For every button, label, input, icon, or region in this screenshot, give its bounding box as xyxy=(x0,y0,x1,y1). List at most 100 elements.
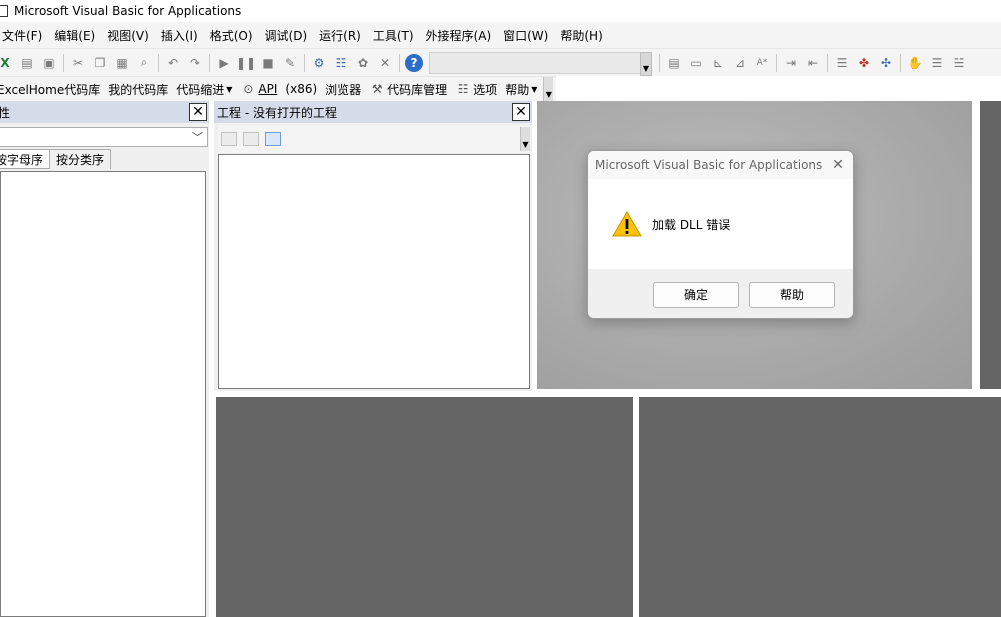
toggle-breakpoint-icon[interactable]: ☰ xyxy=(833,54,851,72)
properties-tabs: 按字母序 按分类序 xyxy=(0,149,112,169)
tab-categorized[interactable]: 按分类序 xyxy=(50,149,112,169)
comment-block-icon[interactable]: ✤ xyxy=(855,54,873,72)
excelhome-library-button[interactable]: ExcelHome代码库 xyxy=(0,81,104,98)
tab-alphabetic[interactable]: 按字母序 xyxy=(0,149,51,169)
toolbar-separator xyxy=(304,53,305,72)
code-indent-button[interactable]: 代码缩进 ▼ xyxy=(172,81,236,98)
run-icon[interactable]: ▶ xyxy=(215,54,233,72)
parameter-info-icon[interactable]: ⊿ xyxy=(731,54,749,72)
tools-icon: ⚒ xyxy=(371,82,383,96)
complete-word-icon[interactable]: A* xyxy=(753,54,771,72)
toolbar-separator xyxy=(900,53,901,72)
object-browser-icon[interactable]: ✿ xyxy=(354,54,372,72)
reset-icon[interactable]: ■ xyxy=(259,54,277,72)
menu-insert[interactable]: 插入(I) xyxy=(157,27,206,44)
toolbar-separator xyxy=(63,53,64,72)
properties-pane: 性 ✕ ﹀ 按字母序 按分类序 xyxy=(0,101,209,617)
menu-run[interactable]: 运行(R) xyxy=(315,27,369,44)
toolbar-separator xyxy=(827,53,828,72)
workspace-right-strip xyxy=(980,101,1001,389)
dialog-message: 加载 DLL 错误 xyxy=(652,217,731,232)
copy-icon[interactable]: ❐ xyxy=(91,54,109,72)
menu-file[interactable]: 文件(F) xyxy=(0,27,50,44)
error-dialog: Microsoft Visual Basic for Applications … xyxy=(587,150,854,319)
menu-edit[interactable]: 编辑(E) xyxy=(50,27,103,44)
outdent-icon[interactable]: ⇤ xyxy=(804,54,822,72)
indent-icon[interactable]: ⇥ xyxy=(782,54,800,72)
project-toolbar: ▼ xyxy=(218,125,530,153)
chevron-down-icon: ﹀ xyxy=(192,131,203,144)
break-icon[interactable]: ❚❚ xyxy=(236,54,256,72)
insert-userform-icon[interactable]: ▤ xyxy=(18,54,36,72)
addin-help-button[interactable]: 帮助 ▼ xyxy=(501,81,541,98)
menu-tools[interactable]: 工具(T) xyxy=(369,27,422,44)
toggle-folders-icon[interactable] xyxy=(265,132,281,146)
api-browser-button[interactable]: ⊙ API xyxy=(236,81,281,97)
dropdown-arrow-icon: ▼ xyxy=(226,84,233,94)
toolbar-separator xyxy=(158,53,159,72)
options-label: 选项 xyxy=(473,82,498,97)
uncomment-block-icon[interactable]: ✣ xyxy=(877,54,895,72)
object-select[interactable]: ﹀ xyxy=(0,127,208,147)
menu-window[interactable]: 窗口(W) xyxy=(499,27,556,44)
toolbar-grip[interactable]: ▼ xyxy=(520,127,530,151)
view-object-icon[interactable] xyxy=(243,132,259,146)
toolbox-icon[interactable]: ✕ xyxy=(376,54,394,72)
design-mode-icon[interactable]: ✎ xyxy=(281,54,299,72)
standard-toolbar: X ▤ ▣ ✂ ❐ ▦ ⌕ ↶ ↷ ▶ ❚❚ ■ ✎ ⚙ ☷ ✿ ✕ ? ▼ ▤… xyxy=(0,48,1001,76)
project-tree[interactable] xyxy=(218,154,530,389)
properties-window-icon[interactable]: ☷ xyxy=(332,54,350,72)
menu-addins[interactable]: 外接程序(A) xyxy=(422,27,500,44)
undo-icon[interactable]: ↶ xyxy=(164,54,182,72)
menu-format[interactable]: 格式(O) xyxy=(206,27,261,44)
close-icon[interactable]: ✕ xyxy=(823,157,853,173)
chevron-down-icon[interactable]: ▼ xyxy=(640,51,652,76)
find-icon[interactable]: ⌕ xyxy=(135,54,153,72)
close-icon[interactable]: ✕ xyxy=(189,103,207,121)
list-constants-icon[interactable]: ▭ xyxy=(687,54,705,72)
help-button[interactable]: 帮助 xyxy=(749,281,835,308)
excel-icon[interactable]: X xyxy=(0,54,14,72)
help-icon[interactable]: ? xyxy=(405,53,423,72)
dialog-title: Microsoft Visual Basic for Applications xyxy=(595,158,823,172)
quick-info-icon[interactable]: ⊾ xyxy=(709,54,727,72)
cut-icon[interactable]: ✂ xyxy=(69,54,87,72)
toolbar-separator xyxy=(209,53,210,72)
bookmark-icon[interactable]: ☰ xyxy=(928,54,946,72)
toolbar-separator xyxy=(776,53,777,72)
view-code-icon[interactable] xyxy=(221,132,237,146)
addin-help-label: 帮助 xyxy=(505,82,530,97)
toolbar-grip[interactable]: ▼ xyxy=(543,77,554,101)
api-icon: ⊙ xyxy=(243,82,254,96)
my-library-button[interactable]: 我的代码库 xyxy=(104,81,172,98)
x86-label: (x86) xyxy=(285,82,318,96)
library-manage-label: 代码库管理 xyxy=(387,82,448,97)
next-bookmark-icon[interactable]: ☱ xyxy=(950,54,968,72)
project-pane-header: 工程 - 没有打开的工程 ✕ xyxy=(214,101,532,123)
vba-app-icon xyxy=(0,5,8,17)
code-indent-label: 代码缩进 xyxy=(176,82,225,97)
library-manage-button[interactable]: ⚒ 代码库管理 xyxy=(365,81,451,98)
menu-bar: 文件(F) 编辑(E) 视图(V) 插入(I) 格式(O) 调试(D) 运行(R… xyxy=(0,22,1001,48)
options-icon: ☷ xyxy=(457,82,469,96)
hand-icon[interactable]: ✋ xyxy=(906,54,924,72)
ok-button[interactable]: 确定 xyxy=(653,281,739,308)
options-button[interactable]: ☷ 选项 xyxy=(451,81,501,98)
properties-grid[interactable] xyxy=(0,171,206,617)
project-explorer-icon[interactable]: ⚙ xyxy=(310,54,328,72)
toolbar-separator xyxy=(399,53,400,72)
position-combo[interactable]: ▼ xyxy=(429,51,652,76)
browser-label[interactable]: 浏览器 xyxy=(321,81,365,98)
menu-help[interactable]: 帮助(H) xyxy=(556,27,610,44)
redo-icon[interactable]: ↷ xyxy=(186,54,204,72)
menu-debug[interactable]: 调试(D) xyxy=(261,27,316,44)
workspace-bottom-left xyxy=(216,397,633,617)
save-icon[interactable]: ▣ xyxy=(40,54,58,72)
close-icon[interactable]: ✕ xyxy=(512,103,530,121)
project-pane-title: 工程 - 没有打开的工程 xyxy=(217,105,337,120)
list-properties-icon[interactable]: ▤ xyxy=(665,54,683,72)
menu-view[interactable]: 视图(V) xyxy=(103,27,157,44)
paste-icon[interactable]: ▦ xyxy=(113,54,131,72)
properties-pane-title: 性 xyxy=(0,105,11,120)
dropdown-arrow-icon: ▼ xyxy=(531,84,538,94)
